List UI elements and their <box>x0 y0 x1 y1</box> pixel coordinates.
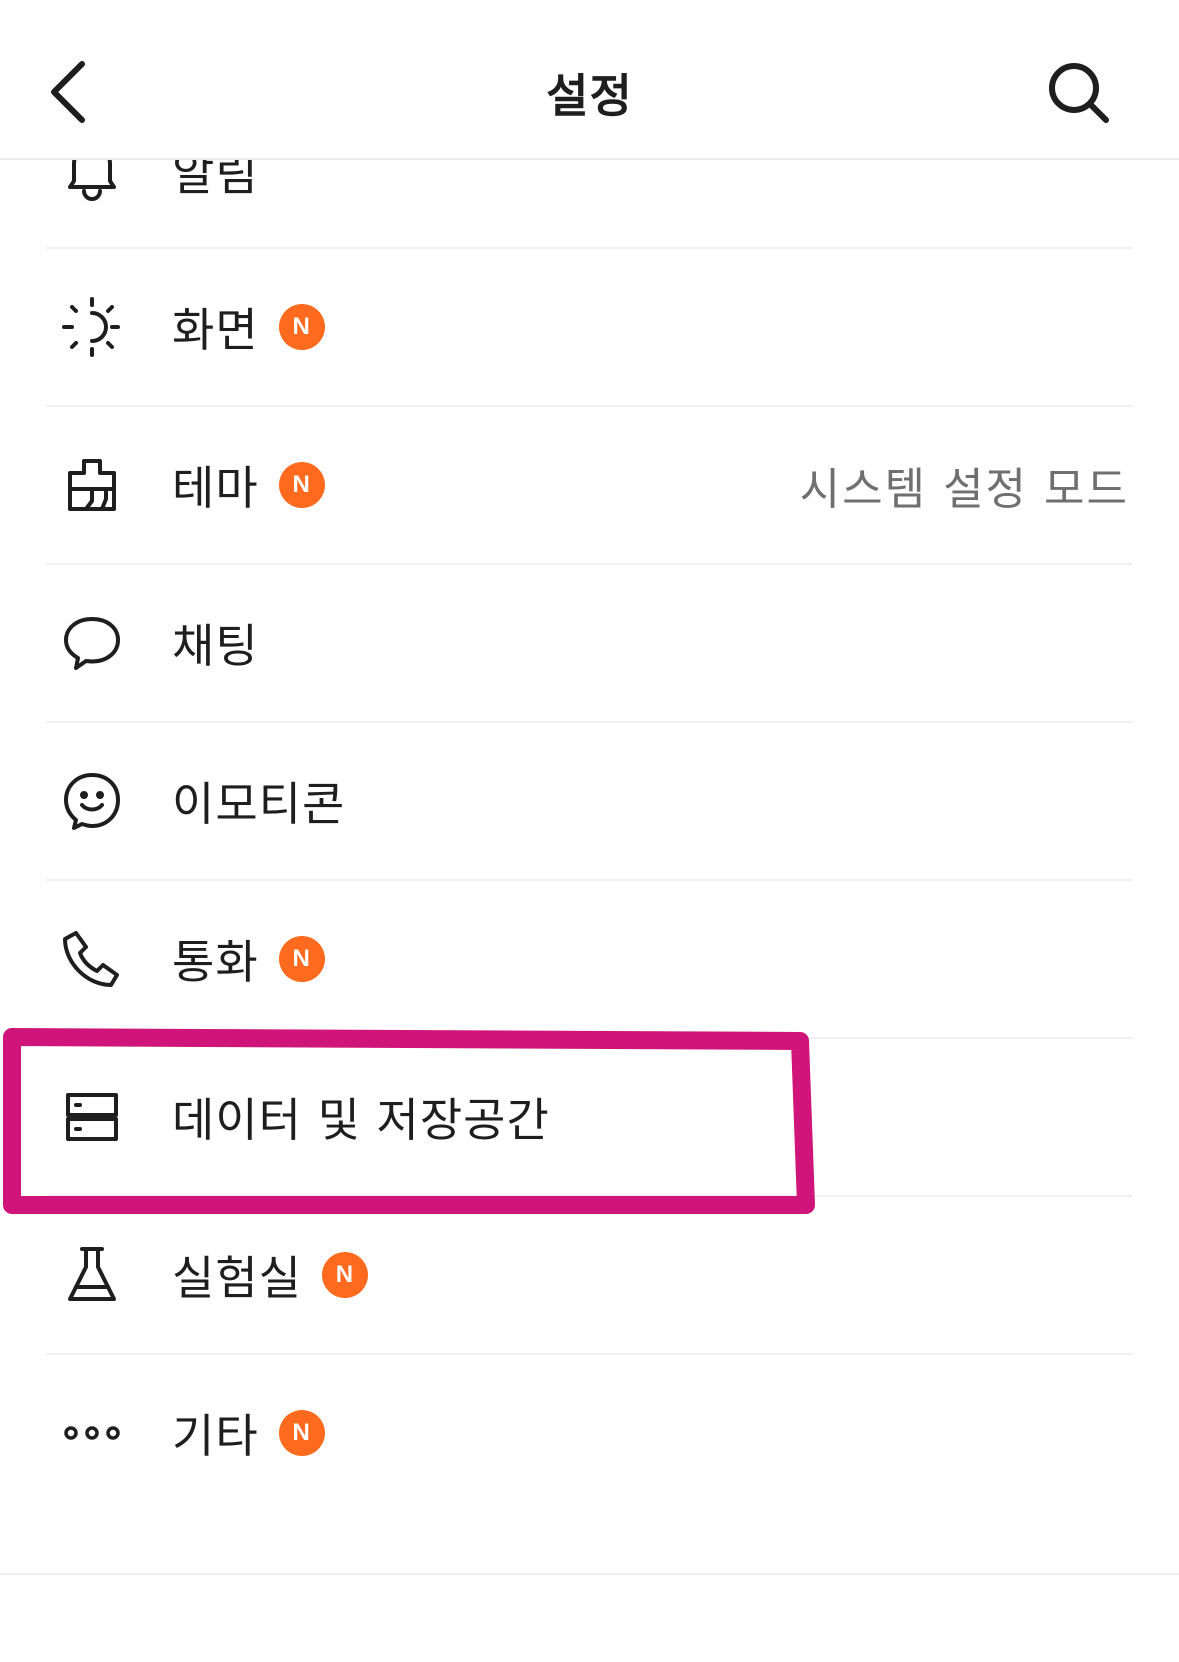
settings-item-label: 화면 N <box>172 294 325 360</box>
settings-item-label: 채팅 <box>172 619 259 673</box>
new-badge: N <box>278 1410 325 1456</box>
settings-item-label: 실험실 N <box>172 1242 368 1308</box>
theme-mode-value: 시스템 설정 모드 <box>799 464 1129 515</box>
settings-item-label: 통화 N <box>172 926 325 992</box>
more-dots-icon <box>60 1401 124 1465</box>
settings-item-etc[interactable]: 기타 N <box>0 1354 1179 1512</box>
new-badge: N <box>278 936 325 982</box>
settings-item-label: 테마 N <box>172 452 325 518</box>
page-title: 설정 <box>546 69 633 123</box>
new-badge: N <box>321 1252 368 1298</box>
bottom-divider <box>0 1573 1179 1575</box>
settings-item-label: 데이터 및 저장공간 <box>172 1093 550 1147</box>
settings-item-label: 이모티콘 <box>172 777 346 831</box>
brightness-icon <box>60 295 124 359</box>
new-badge: N <box>278 304 325 350</box>
settings-item-chat[interactable]: 채팅 <box>0 564 1179 722</box>
theme-brush-icon <box>60 453 124 517</box>
app-header: 설정 <box>0 0 1179 160</box>
settings-item-lab[interactable]: 실험실 N <box>0 1196 1179 1354</box>
settings-item-label: 기타 N <box>172 1400 325 1466</box>
settings-item-display[interactable]: 화면 N <box>0 248 1179 406</box>
settings-item-theme[interactable]: 테마 N 시스템 설정 모드 <box>0 406 1179 564</box>
phone-icon <box>60 927 124 991</box>
settings-item-emoticon[interactable]: 이모티콘 <box>0 722 1179 880</box>
emoticon-icon <box>60 769 124 833</box>
settings-list: 알림 화면 N 테마 N 시스템 설정 모드 채팅 이모티콘 통화 N 데이터 … <box>0 0 1179 1662</box>
new-badge: N <box>278 462 325 508</box>
search-icon <box>1049 63 1109 123</box>
search-button[interactable] <box>1040 54 1120 134</box>
chat-bubble-icon <box>60 611 124 675</box>
flask-icon <box>60 1243 124 1307</box>
settings-item-call[interactable]: 통화 N <box>0 880 1179 1038</box>
settings-item-data-storage[interactable]: 데이터 및 저장공간 <box>0 1038 1179 1196</box>
storage-icon <box>60 1085 124 1149</box>
